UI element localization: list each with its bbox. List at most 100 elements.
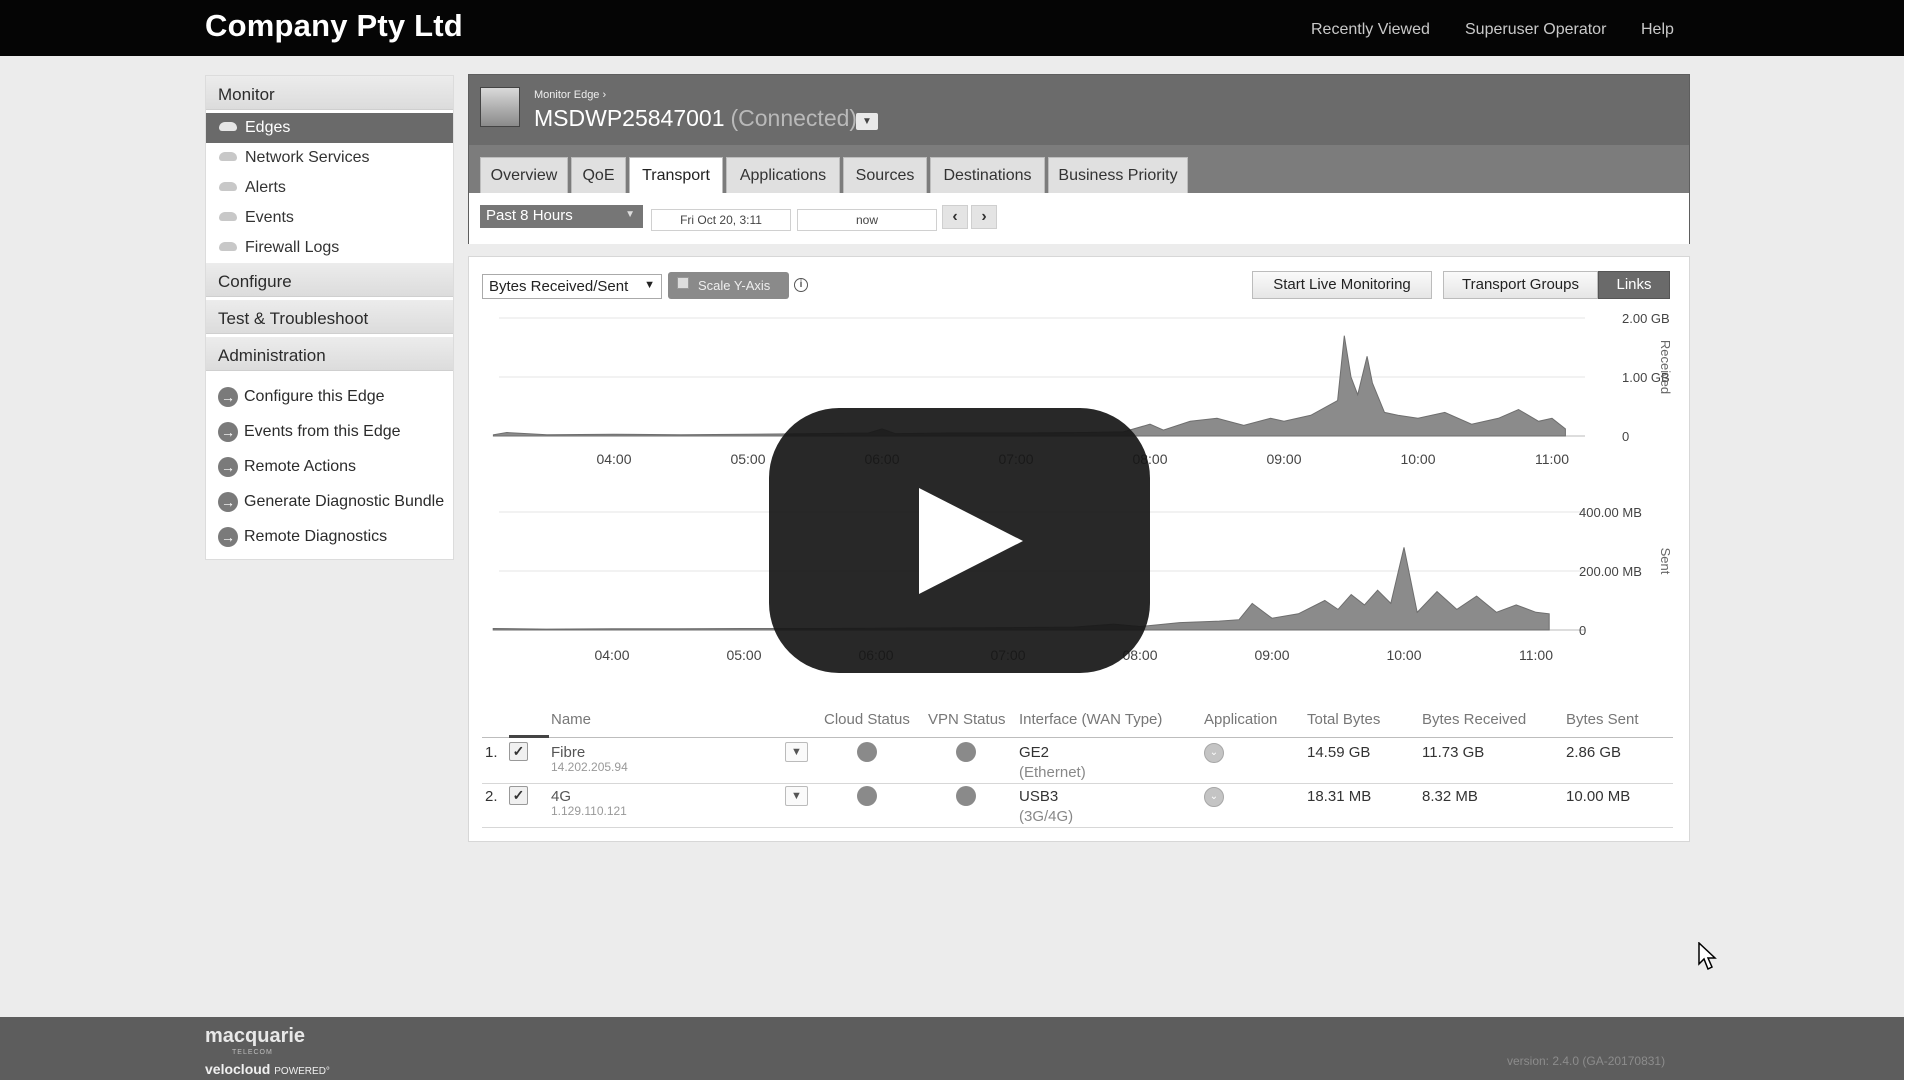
cloud-icon: [219, 242, 237, 251]
metric-select[interactable]: Bytes Received/Sent ▼: [482, 274, 662, 299]
col-header-bytes-sent[interactable]: Bytes Sent: [1566, 711, 1639, 728]
velocloud-text: velocloud: [205, 1061, 271, 1077]
caret-down-icon: ▼: [644, 279, 655, 291]
chevron-down-icon[interactable]: ▼: [856, 113, 878, 130]
configure-this-edge-link[interactable]: → Configure this Edge: [206, 381, 453, 413]
sidebar-item-edges[interactable]: Edges: [206, 113, 453, 143]
prev-arrow-icon[interactable]: ‹: [942, 205, 968, 229]
top-bar: Company Pty Ltd Recently Viewed Superuse…: [0, 0, 1904, 56]
sidebar-item-network-services[interactable]: Network Services: [206, 143, 453, 173]
sidebar: Monitor Edges Network Services Alerts Ev…: [205, 75, 454, 560]
remote-diagnostics-link[interactable]: → Remote Diagnostics: [206, 521, 453, 553]
breadcrumb[interactable]: Monitor Edge ›: [534, 89, 606, 101]
time-range-select[interactable]: Past 8 Hours ▼: [480, 205, 643, 228]
row-checkbox[interactable]: ✓: [509, 786, 528, 805]
arrow-right-icon: →: [218, 422, 238, 442]
cloud-status-icon: [857, 742, 877, 762]
x-tick-label: 05:00: [730, 451, 765, 467]
chevron-down-icon[interactable]: ▼: [785, 742, 808, 762]
recently-viewed-link[interactable]: Recently Viewed: [1311, 21, 1430, 39]
tab-overview[interactable]: Overview: [480, 157, 568, 193]
link-name: Fibre: [551, 744, 586, 761]
row-number: 1.: [485, 744, 498, 761]
x-tick-label: 05:00: [726, 647, 761, 663]
remote-actions-link[interactable]: → Remote Actions: [206, 451, 453, 483]
y-tick-label: 2.00 GB: [1622, 311, 1670, 326]
wan-type: (3G/4G): [1019, 808, 1074, 825]
action-label: Generate Diagnostic Bundle: [244, 493, 445, 510]
arrow-right-icon: →: [218, 527, 238, 547]
start-live-monitoring-button[interactable]: Start Live Monitoring: [1252, 271, 1432, 299]
col-header-application[interactable]: Application: [1204, 711, 1277, 728]
caret-down-icon: ▼: [625, 209, 635, 220]
divider: [482, 737, 1673, 738]
app-window: Company Pty Ltd Recently Viewed Superuse…: [0, 0, 1904, 1080]
scale-y-axis-toggle[interactable]: Scale Y-Axis: [668, 272, 789, 299]
sidebar-item-alerts[interactable]: Alerts: [206, 173, 453, 203]
action-label: Configure this Edge: [244, 388, 385, 405]
tab-sources[interactable]: Sources: [843, 157, 927, 193]
sidebar-section-administration[interactable]: Administration: [206, 337, 453, 371]
vpn-status-icon: [956, 742, 976, 762]
tab-qoe[interactable]: QoE: [571, 157, 626, 193]
bytes-received: 8.32 MB: [1422, 788, 1478, 805]
cloud-icon: [219, 212, 237, 221]
footer: macquarie TELECOM velocloud POWERED° ver…: [0, 1017, 1904, 1080]
bytes-sent: 10.00 MB: [1566, 788, 1631, 805]
col-header-total-bytes[interactable]: Total Bytes: [1307, 711, 1380, 728]
x-tick-label: 11:00: [1519, 647, 1553, 663]
velocloud-logo: velocloud POWERED°: [205, 1061, 330, 1077]
tab-applications[interactable]: Applications: [726, 157, 840, 193]
y-tick-label: 400.00 MB: [1579, 505, 1642, 520]
sidebar-item-label: Alerts: [245, 179, 286, 196]
mouse-cursor-icon: [1698, 942, 1717, 971]
version-text: version: 2.4.0 (GA-20170831): [1507, 1054, 1666, 1068]
scrollbar-track[interactable]: [1904, 0, 1920, 1080]
vpn-status-icon: [956, 786, 976, 806]
video-play-overlay[interactable]: [769, 408, 1150, 673]
arrow-right-icon: →: [218, 492, 238, 512]
end-date-input[interactable]: now: [797, 209, 937, 231]
links-button[interactable]: Links: [1598, 271, 1670, 299]
y-axis-label: Sent: [1658, 548, 1673, 575]
info-icon[interactable]: i: [794, 278, 808, 292]
link-ip: 14.202.205.94: [551, 760, 628, 774]
transport-groups-button[interactable]: Transport Groups: [1443, 271, 1598, 299]
col-header-bytes-received[interactable]: Bytes Received: [1422, 711, 1526, 728]
bytes-received: 11.73 GB: [1422, 744, 1485, 761]
x-tick-label: 11:00: [1535, 451, 1569, 467]
col-header-name[interactable]: Name: [551, 711, 591, 728]
interface-name: USB3: [1019, 788, 1059, 805]
events-from-this-edge-link[interactable]: → Events from this Edge: [206, 416, 453, 448]
col-header-cloud-status[interactable]: Cloud Status: [824, 711, 910, 728]
sidebar-section-configure[interactable]: Configure: [206, 263, 453, 297]
edge-name: MSDWP25847001: [534, 105, 725, 131]
tab-destinations[interactable]: Destinations: [930, 157, 1045, 193]
start-date-input[interactable]: Fri Oct 20, 3:11: [651, 209, 791, 231]
tab-business-priority[interactable]: Business Priority: [1048, 157, 1188, 193]
sidebar-item-events[interactable]: Events: [206, 203, 453, 233]
sidebar-section-monitor[interactable]: Monitor: [206, 76, 453, 110]
checkbox-icon: [677, 277, 689, 289]
sidebar-item-label: Events: [245, 209, 294, 226]
chevron-down-icon[interactable]: ▼: [785, 786, 808, 806]
arrow-right-icon: →: [218, 457, 238, 477]
macquarie-logo: macquarie: [205, 1025, 306, 1047]
col-header-interface[interactable]: Interface (WAN Type): [1019, 711, 1162, 728]
time-range-value: Past 8 Hours: [486, 207, 573, 224]
sidebar-section-test-troubleshoot[interactable]: Test & Troubleshoot: [206, 300, 453, 334]
help-link[interactable]: Help: [1641, 21, 1674, 39]
y-axis-label: Received: [1658, 340, 1673, 394]
x-tick-label: 09:00: [1266, 451, 1301, 467]
application-icon[interactable]: ⌄: [1204, 787, 1224, 807]
user-menu[interactable]: Superuser Operator: [1465, 21, 1606, 39]
application-icon[interactable]: ⌄: [1204, 743, 1224, 763]
tab-transport[interactable]: Transport: [629, 157, 723, 193]
row-checkbox[interactable]: ✓: [509, 742, 528, 761]
play-icon: [919, 488, 1023, 594]
generate-diagnostic-bundle-link[interactable]: → Generate Diagnostic Bundle: [206, 486, 453, 518]
brand-title: Company Pty Ltd: [205, 8, 463, 43]
col-header-vpn-status[interactable]: VPN Status: [928, 711, 1006, 728]
next-arrow-icon[interactable]: ›: [971, 205, 997, 229]
sidebar-item-firewall-logs[interactable]: Firewall Logs: [206, 233, 453, 263]
